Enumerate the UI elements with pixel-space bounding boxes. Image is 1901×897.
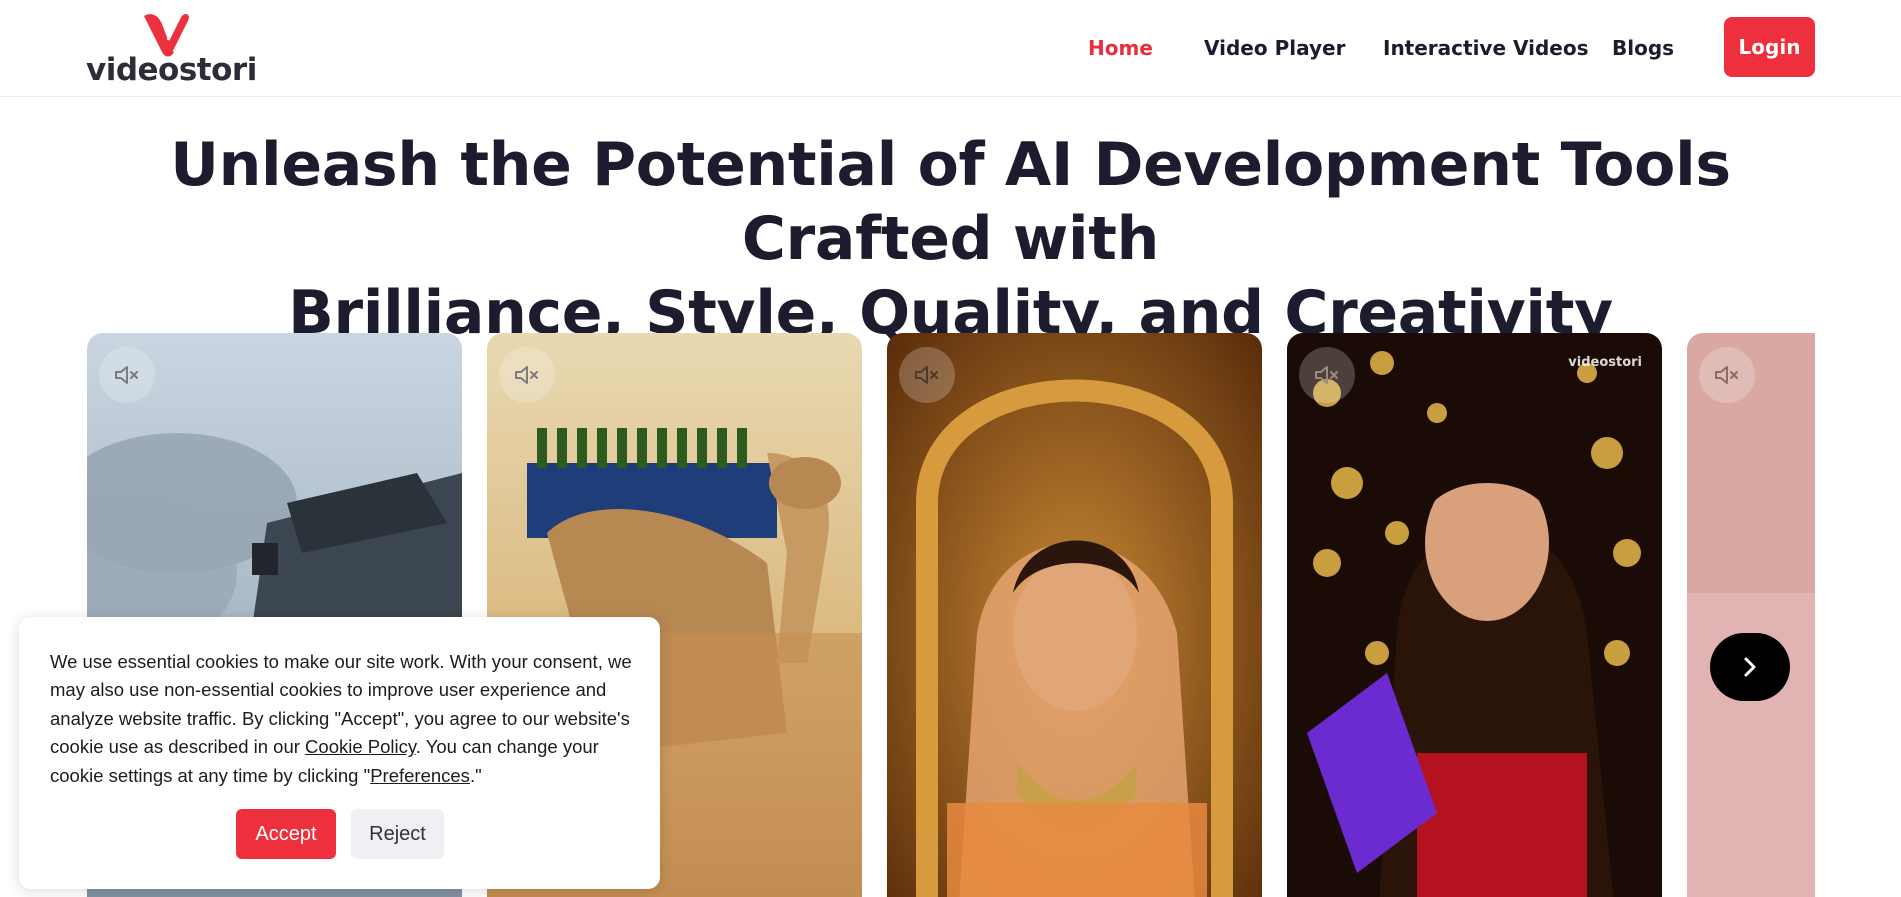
nav-blogs[interactable]: Blogs [1612, 36, 1674, 60]
video-card-3[interactable] [887, 333, 1262, 897]
muted-speaker-icon [1715, 366, 1738, 384]
cookie-consent-banner: We use essential cookies to make our sit… [19, 617, 660, 889]
video-thumbnail-bride [887, 333, 1262, 897]
hero-title-line-1: Unleash the Potential of AI Development … [170, 130, 1731, 274]
video-card-5[interactable] [1687, 333, 1815, 897]
site-logo[interactable]: videostori [86, 10, 257, 88]
login-button[interactable]: Login [1724, 17, 1815, 77]
chevron-right-icon [1744, 657, 1756, 677]
muted-speaker-icon [1315, 366, 1338, 384]
carousel-next-button[interactable] [1710, 633, 1790, 701]
nav-video-player[interactable]: Video Player [1204, 36, 1345, 60]
video-thumbnail-chocolate [1287, 333, 1662, 897]
mute-toggle[interactable] [1699, 347, 1755, 403]
mute-toggle[interactable] [99, 347, 155, 403]
nav-home[interactable]: Home [1088, 36, 1153, 60]
cookie-consent-text: We use essential cookies to make our sit… [50, 648, 640, 790]
accept-cookies-button[interactable]: Accept [236, 809, 336, 859]
video-card-4[interactable]: videostori [1287, 333, 1662, 897]
muted-speaker-icon [115, 366, 138, 384]
cookie-policy-link[interactable]: Cookie Policy [305, 736, 416, 757]
muted-speaker-icon [915, 366, 938, 384]
mute-toggle[interactable] [499, 347, 555, 403]
logo-wordmark: videostori [86, 52, 257, 88]
hero-title: Unleash the Potential of AI Development … [80, 128, 1821, 350]
mute-toggle[interactable] [1299, 347, 1355, 403]
preferences-link[interactable]: Preferences [370, 765, 470, 786]
cookie-text-part-3: ." [469, 764, 482, 786]
site-header: videostori Home Video Player Interactive… [0, 0, 1901, 97]
muted-speaker-icon [515, 366, 538, 384]
mute-toggle[interactable] [899, 347, 955, 403]
reject-cookies-button[interactable]: Reject [351, 809, 444, 859]
video-thumbnail-partial [1687, 333, 1815, 897]
nav-interactive-videos[interactable]: Interactive Videos [1383, 36, 1589, 60]
video-watermark: videostori [1568, 355, 1642, 370]
